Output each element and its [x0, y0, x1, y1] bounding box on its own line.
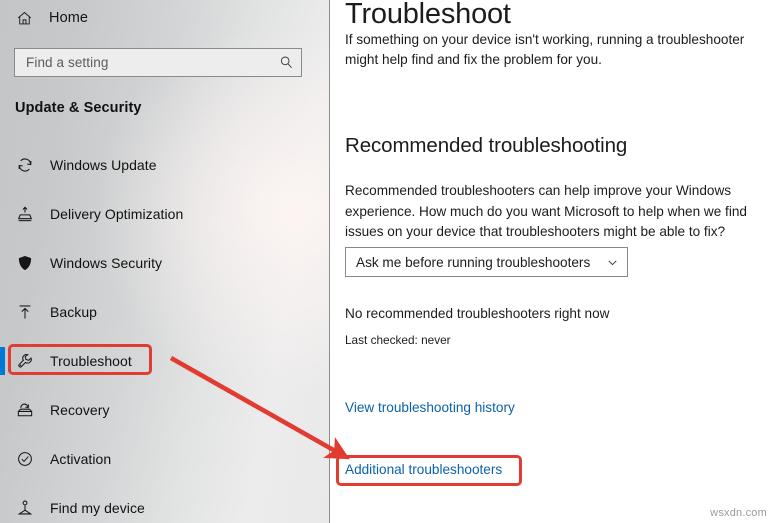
- no-recommended-status: No recommended troubleshooters right now: [345, 306, 610, 321]
- sidebar-item-label: Windows Update: [50, 157, 157, 173]
- watermark: wsxdn.com: [710, 507, 767, 519]
- recommended-troubleshooting-dropdown[interactable]: Ask me before running troubleshooters: [345, 247, 628, 277]
- link-view-troubleshooting-history[interactable]: View troubleshooting history: [345, 400, 515, 415]
- intro-text: If something on your device isn't workin…: [345, 32, 745, 67]
- sidebar-item-label: Find my device: [50, 500, 145, 516]
- link-additional-troubleshooters[interactable]: Additional troubleshooters: [345, 462, 502, 477]
- sidebar-home-item[interactable]: Home: [0, 2, 310, 34]
- sync-icon: [16, 156, 42, 174]
- sidebar-home-label: Home: [49, 10, 89, 26]
- sidebar-nav-list: Windows Update Delivery Optimization Win…: [0, 152, 330, 523]
- sidebar-item-recovery[interactable]: Recovery: [0, 397, 330, 423]
- sidebar-item-troubleshoot[interactable]: Troubleshoot: [0, 347, 330, 375]
- sidebar-item-label: Windows Security: [50, 255, 163, 271]
- settings-window: Home Find a setting Update & Security Wi…: [0, 0, 775, 523]
- search-icon[interactable]: [271, 55, 301, 70]
- recommended-heading: Recommended troubleshooting: [345, 134, 628, 157]
- last-checked-text: Last checked: never: [345, 333, 451, 347]
- sidebar-item-label: Backup: [50, 304, 97, 320]
- upload-arrow-icon: [16, 303, 42, 321]
- search-input[interactable]: Find a setting: [14, 48, 302, 77]
- sidebar-item-activation[interactable]: Activation: [0, 446, 330, 472]
- main-content: Troubleshoot If something on your device…: [330, 0, 775, 523]
- sidebar-item-find-my-device[interactable]: Find my device: [0, 495, 330, 521]
- home-icon: [16, 10, 42, 27]
- sidebar-item-windows-security[interactable]: Windows Security: [0, 250, 330, 276]
- sidebar-item-label: Delivery Optimization: [50, 206, 184, 222]
- locate-person-icon: [16, 499, 42, 517]
- search-input-placeholder: Find a setting: [26, 55, 109, 70]
- sidebar-item-backup[interactable]: Backup: [0, 299, 330, 325]
- selection-indicator: [0, 347, 5, 375]
- sidebar-item-label: Recovery: [50, 402, 110, 418]
- sidebar-item-delivery-optimization[interactable]: Delivery Optimization: [0, 201, 330, 227]
- recovery-icon: [16, 401, 42, 419]
- chevron-down-icon: [597, 256, 627, 269]
- delivery-icon: [16, 205, 42, 223]
- sidebar-item-label: Activation: [50, 451, 112, 467]
- sidebar-section-title: Update & Security: [15, 100, 142, 116]
- sidebar-item-label: Troubleshoot: [50, 353, 132, 369]
- page-title: Troubleshoot: [345, 0, 511, 30]
- dropdown-selected-value: Ask me before running troubleshooters: [356, 254, 591, 270]
- sidebar-item-windows-update[interactable]: Windows Update: [0, 152, 330, 178]
- sidebar: Home Find a setting Update & Security Wi…: [0, 0, 330, 523]
- wrench-icon: [16, 352, 42, 370]
- check-circle-icon: [16, 450, 42, 468]
- recommended-description: Recommended troubleshooters can help imp…: [345, 183, 747, 239]
- shield-icon: [16, 254, 42, 272]
